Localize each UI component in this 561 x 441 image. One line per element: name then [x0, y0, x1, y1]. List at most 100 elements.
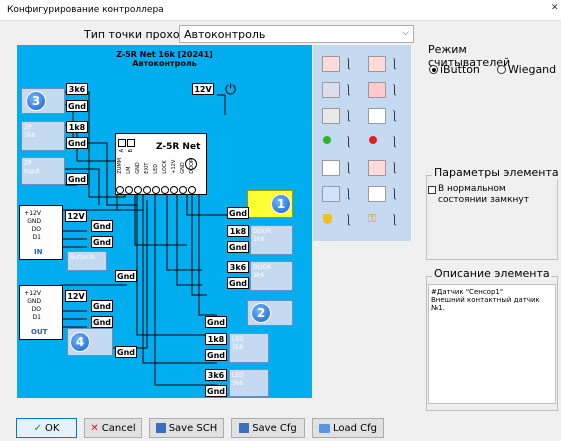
- radio-wiegand[interactable]: [497, 65, 506, 74]
- contact-icon: ⎱: [343, 110, 354, 123]
- door-1k8-text1: DOOR: [253, 228, 272, 235]
- resistor-3k6: 3k6: [205, 369, 227, 381]
- contact-icon: ⎱: [343, 58, 354, 71]
- reader-in-pins: +12V GND DO D1: [21, 210, 41, 242]
- led-1k8-text2: 1k8: [232, 344, 244, 351]
- gnd-label: Gnd: [205, 316, 227, 328]
- button-in-block[interactable]: ButtonIn: [67, 251, 107, 271]
- contact-icon: ⎱: [389, 214, 400, 227]
- ok-button[interactable]: ✓ OK: [16, 418, 77, 438]
- pin-label: EXIT: [144, 162, 150, 174]
- reader-in-label: IN: [34, 248, 43, 256]
- block-4-number: 4: [70, 332, 90, 352]
- led-1k8-text1: LED: [232, 336, 244, 343]
- pin-label: LOCK: [162, 160, 168, 174]
- card-reader-icon[interactable]: [322, 82, 340, 98]
- contact-icon: ⎱: [343, 84, 354, 97]
- pin-a: A: [119, 149, 125, 153]
- led-1k8-block[interactable]: LED 1k8: [229, 333, 269, 363]
- pin-label: D1: [32, 314, 41, 321]
- access-point-select[interactable]: Автоконтроль ⌵: [179, 25, 414, 43]
- key-icon[interactable]: ⚿: [368, 212, 376, 226]
- desc-line3: №1.: [431, 304, 445, 312]
- pin-label: LM: [126, 166, 132, 174]
- pin-label: +12V: [24, 210, 41, 217]
- gnd-label: Gnd: [66, 137, 88, 149]
- person-icon[interactable]: [322, 186, 340, 202]
- shield-icon[interactable]: [323, 214, 332, 224]
- pin-label: +12V: [171, 159, 177, 174]
- save-sch-button[interactable]: Save SCH: [149, 418, 224, 438]
- reader-out[interactable]: +12V GND DO D1 OUT: [19, 285, 63, 340]
- power-12v: 12V: [65, 290, 87, 302]
- gnd-label: Gnd: [91, 316, 113, 328]
- gnd-label: Gnd: [91, 220, 113, 232]
- gnd-label: Gnd: [91, 236, 113, 248]
- lock-icon[interactable]: [368, 186, 386, 202]
- pin-label: GND: [27, 218, 41, 225]
- chevron-down-icon: ⌵: [402, 28, 409, 38]
- pin-label: DO: [31, 306, 41, 313]
- zp-input-block[interactable]: ZP Input: [21, 157, 65, 185]
- resistor-3k6: 3k6: [227, 261, 249, 273]
- led-green-icon[interactable]: [323, 136, 331, 144]
- window-title: Конфигурирование контроллера: [7, 5, 164, 15]
- pin-label: GND: [27, 298, 41, 305]
- ok-label: OK: [44, 422, 60, 434]
- reader-mode-group: Режим считывателей iButton Wiegand: [426, 43, 556, 83]
- door-1k8-text2: 1k8: [253, 236, 265, 243]
- controller-name: Z-5R Net: [156, 142, 201, 152]
- pin-label: D1: [32, 234, 41, 241]
- reader-out-pins: +12V GND DO D1: [21, 290, 41, 322]
- pin-b: B: [128, 149, 134, 153]
- reader-in[interactable]: +12V GND DO D1 IN: [19, 205, 63, 260]
- led-3k6-text1: LED: [232, 372, 244, 379]
- contact-icon: ⎱: [343, 188, 354, 201]
- led-red-icon[interactable]: [369, 136, 377, 144]
- wiring-diagram: Z-5R Net 16k [20241] Автоконтроль 3 3k6 …: [17, 45, 312, 398]
- zp-1k8-text1: ZP: [24, 124, 32, 131]
- door-1k8-block[interactable]: DOOR 1k8: [250, 225, 293, 255]
- normally-closed-checkbox[interactable]: [428, 186, 436, 194]
- normally-closed-label: В нормальном состоянии замкнут: [438, 184, 529, 205]
- door-3k6-text2: 3k6: [253, 272, 265, 279]
- save-cfg-button[interactable]: Save Cfg: [231, 418, 305, 438]
- element-desc-textarea[interactable]: #Датчик "Сенсор1" Внешний контактный дат…: [428, 284, 556, 404]
- terminal-icon: [118, 139, 126, 147]
- plug-icon: ⏻: [225, 82, 237, 98]
- gnd-label: Gnd: [227, 277, 249, 289]
- terminal-icon: [127, 139, 135, 147]
- pin-label: +12V: [24, 290, 41, 297]
- gnd-label: Gnd: [115, 270, 137, 282]
- exit-run-icon[interactable]: [322, 56, 340, 72]
- cancel-label: Cancel: [101, 422, 136, 434]
- floppy-icon: [155, 423, 166, 433]
- resistor-3k6: 3k6: [66, 83, 88, 95]
- resistor-1k8: 1k8: [227, 225, 249, 237]
- element-params-label: Параметры элемента: [432, 166, 561, 179]
- eye-sensor-icon[interactable]: [322, 108, 340, 124]
- cancel-button[interactable]: ✕ Cancel: [84, 418, 142, 438]
- radio-ibutton[interactable]: [429, 65, 438, 74]
- resistor-1k8: 1k8: [205, 333, 227, 345]
- speaker-icon[interactable]: [322, 160, 340, 176]
- zp-1k8-block[interactable]: ZP 1k8: [21, 121, 65, 151]
- load-cfg-button[interactable]: Load Cfg: [312, 418, 384, 438]
- check-icon: ✓: [33, 422, 42, 434]
- door-icon[interactable]: [368, 108, 386, 124]
- led-3k6-block[interactable]: LED 3k6: [229, 369, 269, 397]
- contact-icon: ⎱: [343, 162, 354, 175]
- door-3k6-block[interactable]: DOOR 3k6: [250, 261, 293, 291]
- desc-line2: Внешний контактный датчик: [431, 296, 540, 304]
- alarm-icon[interactable]: [368, 82, 386, 98]
- button-in-text: ButtonIn: [70, 254, 96, 261]
- pin-label: DOOR: [189, 158, 195, 174]
- siren-icon[interactable]: [368, 160, 386, 176]
- contact-icon: ⎱: [389, 188, 400, 201]
- door-3k6-text1: DOOR: [253, 264, 272, 271]
- close-icon[interactable]: ✕: [551, 3, 559, 13]
- save-sch-label: Save SCH: [168, 422, 218, 434]
- no-exit-icon[interactable]: [368, 56, 386, 72]
- controller-z5r-net[interactable]: A B Z-5R Net ZUMM LM GND EXIT LED LOCK +…: [115, 133, 207, 195]
- block-1-number: 1: [271, 194, 291, 214]
